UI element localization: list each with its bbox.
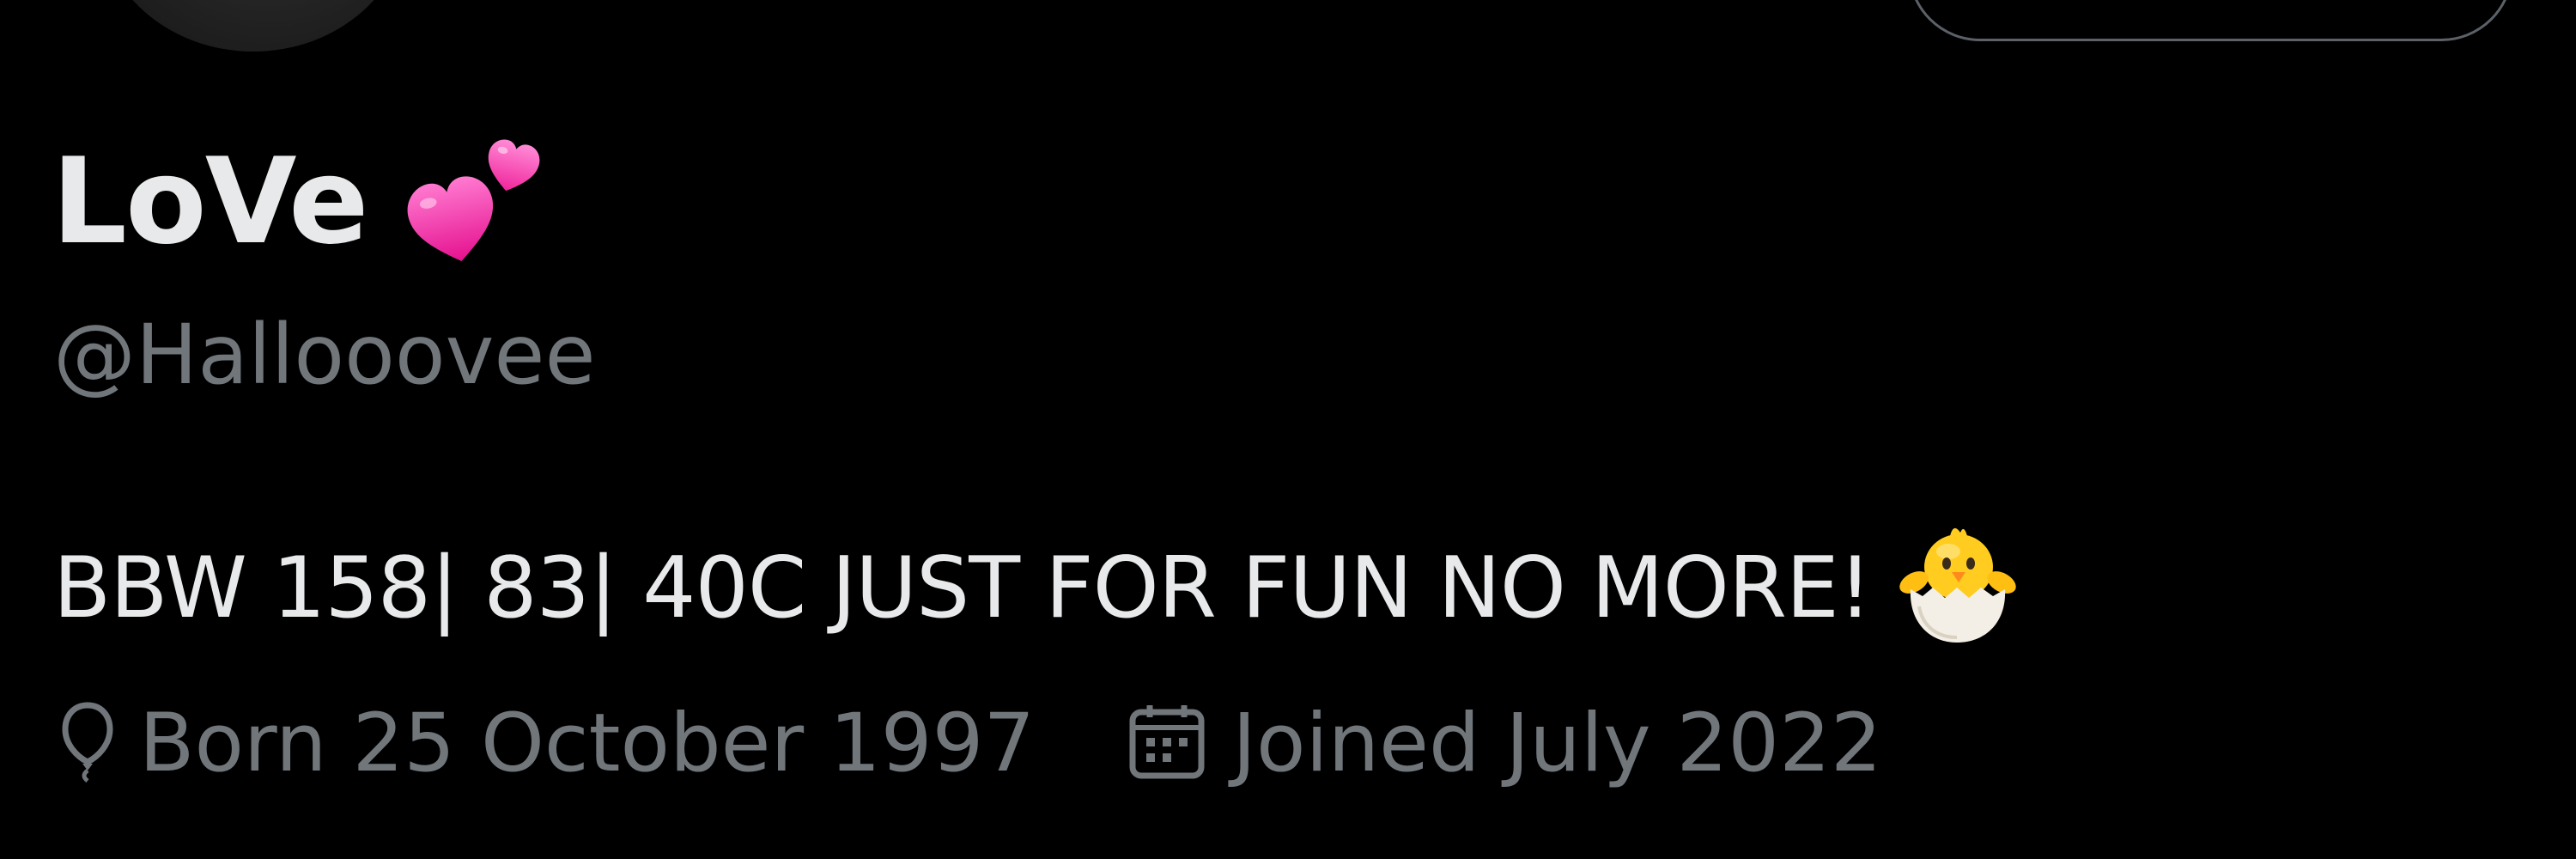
birthday-text: Born 25 October 1997 [139, 696, 1036, 790]
avatar[interactable] [99, 0, 408, 52]
profile-meta-row: Born 25 October 1997 Joined July 2022 [62, 700, 1882, 787]
calendar-icon [1127, 702, 1206, 785]
joined-text: Joined July 2022 [1232, 696, 1882, 790]
balloon-icon [62, 700, 113, 787]
profile-page: LoVe @Hallooovee BBW 158| 83| 40C JUST F… [0, 0, 2576, 859]
joined-item: Joined July 2022 [1127, 696, 1882, 790]
bio-row: BBW 158| 83| 40C JUST FOR FUN NO MORE! [53, 524, 2017, 653]
bio-text: BBW 158| 83| 40C JUST FOR FUN NO MORE! [53, 539, 1872, 637]
user-handle: @Hallooovee [53, 307, 596, 403]
hatching-chick-icon [1897, 517, 2017, 646]
display-name-row: LoVe [52, 120, 548, 283]
two-hearts-icon [402, 138, 548, 276]
display-name: LoVe [52, 132, 369, 271]
birthday-item: Born 25 October 1997 [62, 700, 1035, 787]
profile-action-button[interactable] [1908, 0, 2513, 41]
